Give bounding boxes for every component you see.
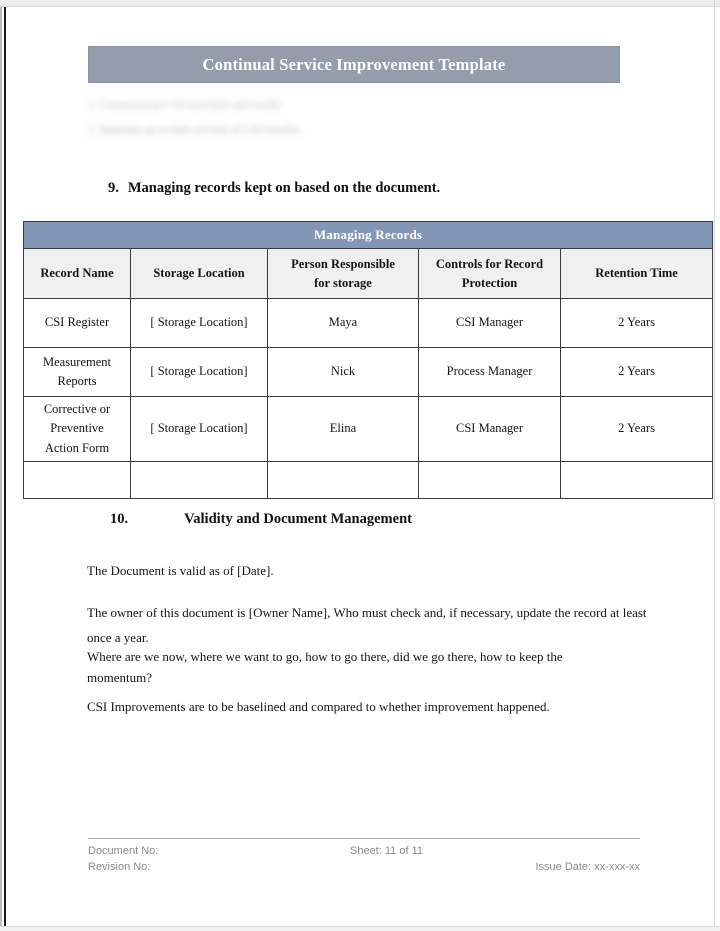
column-header-line: Protection bbox=[461, 275, 518, 290]
cell-storage-location: [ Storage Location] bbox=[130, 395, 268, 463]
cell-line: Action Form bbox=[44, 440, 110, 455]
document-title: Continual Service Improvement Template bbox=[202, 54, 506, 74]
redacted-line-2: 2. Maintain up-to-date records of CSI be… bbox=[88, 124, 301, 136]
column-header-line: Record Name bbox=[40, 266, 114, 281]
table-banner-title: Managing Records bbox=[22, 221, 714, 249]
cell-record-name: Corrective or Preventive Action Form bbox=[23, 395, 131, 463]
cell-line: Preventive bbox=[50, 421, 104, 436]
cell-retention-time bbox=[559, 461, 714, 500]
column-header-storage-location: Storage Location bbox=[130, 248, 268, 299]
cell-retention-time: 2 Years bbox=[559, 347, 714, 397]
section-9-title: Managing records kept on based on the do… bbox=[127, 180, 441, 196]
document-page: Continual Service Improvement Template 1… bbox=[0, 0, 720, 931]
column-header-controls: Controls for Record Protection bbox=[418, 248, 561, 299]
cell-line: Corrective or bbox=[43, 402, 111, 416]
paragraph-owner: The owner of this document is [Owner Nam… bbox=[87, 605, 647, 646]
table-row: CSI Register [ Storage Location] Maya CS… bbox=[23, 298, 714, 348]
footer-row-top: Document No: Sheet: 11 of 11 bbox=[88, 845, 640, 861]
cell-person-responsible: Elina bbox=[267, 395, 419, 463]
paragraph-questions: Where are we now, where we want to go, h… bbox=[87, 649, 563, 686]
cell-controls: CSI Manager bbox=[418, 298, 561, 348]
table-row bbox=[23, 461, 714, 500]
footer-sheet-number: Sheet: 11 of 11 bbox=[350, 845, 423, 857]
footer-revision-no: Revision No: bbox=[88, 861, 151, 873]
page-content: Continual Service Improvement Template 1… bbox=[0, 0, 720, 931]
footer-row-bottom: Revision No: Issue Date: xx-xxx-xx bbox=[88, 861, 640, 877]
section-9-heading: 9. Managing records kept on based on the … bbox=[108, 180, 440, 197]
cell-record-name: CSI Register bbox=[23, 298, 131, 348]
cell-storage-location bbox=[130, 461, 268, 500]
section-10-heading: 10. Validity and Document Management bbox=[110, 511, 412, 528]
cell-retention-time: 2 Years bbox=[559, 395, 714, 463]
footer-document-no: Document No: bbox=[88, 845, 159, 857]
page-footer: Document No: Sheet: 11 of 11 Revision No… bbox=[88, 845, 640, 885]
cell-line: CSI Register bbox=[44, 315, 110, 330]
column-header-line: Controls for Record bbox=[435, 257, 544, 272]
cell-record-name bbox=[23, 461, 131, 500]
cell-storage-location: [ Storage Location] bbox=[130, 298, 268, 348]
table-row: Corrective or Preventive Action Form [ S… bbox=[23, 395, 714, 463]
cell-record-name: Measurement Reports bbox=[23, 347, 131, 397]
cell-line: Reports bbox=[57, 374, 97, 388]
redacted-line-1: 1. Communicate CSI activities and result… bbox=[88, 99, 282, 111]
column-header-line: for storage bbox=[314, 275, 372, 290]
table-row: Measurement Reports [ Storage Location] … bbox=[23, 347, 714, 397]
document-title-banner: Continual Service Improvement Template bbox=[88, 46, 620, 83]
footer-divider bbox=[88, 838, 640, 839]
cell-person-responsible: Maya bbox=[267, 298, 419, 348]
section-9-number: 9. bbox=[108, 180, 119, 196]
cell-person-responsible: Nick bbox=[267, 347, 419, 397]
column-header-line: Storage Location bbox=[153, 266, 245, 281]
column-header-record-name: Record Name bbox=[23, 248, 131, 299]
cell-controls: Process Manager bbox=[418, 347, 561, 397]
footer-issue-date: Issue Date: xx-xxx-xx bbox=[535, 861, 640, 873]
managing-records-table: Managing Records Record Name Storage Loc… bbox=[22, 221, 714, 500]
section-10-title: Validity and Document Management bbox=[184, 511, 412, 527]
column-header-retention-time: Retention Time bbox=[559, 248, 714, 299]
cell-retention-time: 2 Years bbox=[559, 298, 714, 348]
cell-person-responsible bbox=[267, 461, 419, 500]
column-header-line: Retention Time bbox=[595, 266, 678, 281]
cell-controls: CSI Manager bbox=[418, 395, 561, 463]
cell-storage-location: [ Storage Location] bbox=[130, 347, 268, 397]
paragraph-validity: The Document is valid as of [Date]. bbox=[87, 563, 274, 578]
column-header-person-responsible: Person Responsible for storage bbox=[267, 248, 419, 299]
cell-controls bbox=[418, 461, 561, 500]
section-10-number: 10. bbox=[110, 511, 129, 527]
table-header-row: Record Name Storage Location Person Resp… bbox=[23, 248, 714, 299]
table-banner-row: Managing Records bbox=[22, 221, 714, 249]
cell-line: Measurement bbox=[42, 354, 112, 369]
column-header-line: Person Responsible bbox=[291, 257, 395, 272]
paragraph-improvements: CSI Improvements are to be baselined and… bbox=[87, 699, 550, 714]
